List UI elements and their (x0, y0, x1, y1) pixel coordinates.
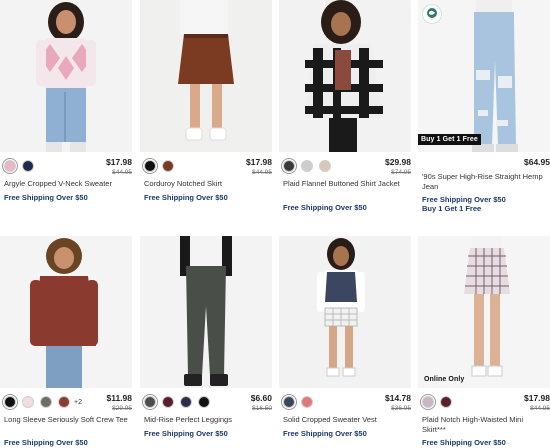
color-swatch[interactable] (283, 396, 295, 408)
price: $17.98 $44.95 (524, 394, 550, 413)
shipping-note: Free Shipping Over $50 (4, 438, 88, 447)
original-price: $44.95 (112, 169, 132, 176)
product-name[interactable]: Plaid Notch High-Waisted Mini Skirt*** (422, 415, 546, 434)
eco-badge-icon (422, 4, 442, 24)
color-swatch[interactable] (4, 160, 16, 172)
color-swatch[interactable] (198, 396, 210, 408)
product-name[interactable]: Mid-Rise Perfect Leggings (144, 415, 268, 425)
shipping-note: Free Shipping Over $50 (422, 438, 506, 447)
product-image[interactable] (0, 236, 132, 388)
color-swatch[interactable] (22, 396, 34, 408)
product-grid: $17.98 $44.95 Argyle Cropped V-Neck Swea… (0, 0, 550, 448)
original-price: $44.95 (252, 169, 272, 176)
color-swatches (144, 394, 216, 410)
color-swatches: +2 (4, 394, 82, 410)
color-swatch[interactable] (22, 160, 34, 172)
color-swatch[interactable] (4, 396, 16, 408)
product-name[interactable]: Plaid Flannel Buttoned Shirt Jacket (283, 179, 407, 189)
price: $14.78 $36.95 (385, 394, 411, 413)
original-price: $16.50 (252, 405, 272, 412)
color-swatch[interactable] (144, 396, 156, 408)
promo-text: Buy 1 Get 1 Free (422, 204, 482, 213)
original-price: $74.95 (391, 169, 411, 176)
product-image[interactable] (140, 236, 272, 388)
color-swatches (422, 394, 458, 410)
promo-badge: Buy 1 Get 1 Free (418, 134, 481, 145)
product-name[interactable]: Argyle Cropped V-Neck Sweater (4, 179, 128, 189)
color-swatch[interactable] (283, 160, 295, 172)
color-swatches (283, 158, 337, 174)
product-image[interactable] (0, 0, 132, 152)
shipping-note: Free Shipping Over $50 (283, 203, 367, 212)
color-swatches (283, 394, 319, 410)
product-name[interactable]: Corduroy Notched Skirt (144, 179, 268, 189)
color-swatch[interactable] (301, 396, 313, 408)
shipping-note: Free Shipping Over $50 (144, 429, 228, 438)
sale-price: $17.98 (524, 393, 550, 403)
price: $6.60 $16.50 (251, 394, 272, 413)
color-swatch[interactable] (162, 160, 174, 172)
shipping-note: Free Shipping Over $50 (283, 429, 367, 438)
color-swatches (4, 158, 40, 174)
original-price: $36.95 (391, 405, 411, 412)
product-name[interactable]: '90s Super High-Rise Straight Hemp Jean (422, 172, 546, 191)
color-swatch[interactable] (422, 396, 434, 408)
color-swatch[interactable] (144, 160, 156, 172)
original-price: $44.95 (530, 405, 550, 412)
product-image[interactable] (140, 0, 272, 152)
original-price: $29.95 (112, 405, 132, 412)
price: $17.98 $44.95 (246, 158, 272, 177)
shipping-note: Free Shipping Over $50 (422, 195, 506, 204)
color-swatch[interactable] (180, 396, 192, 408)
price: $64.95 (524, 158, 550, 167)
shipping-note: Free Shipping Over $50 (4, 193, 88, 202)
color-swatch[interactable] (440, 396, 452, 408)
sale-price: $6.60 (250, 393, 272, 403)
price: $17.98 $44.95 (106, 158, 132, 177)
product-image[interactable] (279, 236, 411, 388)
sale-price: $64.95 (524, 157, 550, 167)
product-name[interactable]: Solid Cropped Sweater Vest (283, 415, 407, 425)
product-name[interactable]: Long Sleeve Seriously Soft Crew Tee (4, 415, 128, 425)
color-swatch[interactable] (301, 160, 313, 172)
color-swatch[interactable] (58, 396, 70, 408)
sale-price: $29.98 (385, 157, 411, 167)
shipping-note: Free Shipping Over $50 (144, 193, 228, 202)
more-colors-count[interactable]: +2 (74, 399, 82, 406)
color-swatch[interactable] (319, 160, 331, 172)
price: $11.98 $29.95 (106, 394, 132, 413)
price: $29.98 $74.95 (385, 158, 411, 177)
color-swatch[interactable] (40, 396, 52, 408)
sale-price: $17.98 (246, 157, 272, 167)
online-only-badge: Online Only (424, 376, 465, 383)
product-image[interactable]: Buy 1 Get 1 Free (418, 0, 550, 152)
sale-price: $17.98 (106, 157, 132, 167)
product-image[interactable] (279, 0, 411, 152)
color-swatches (144, 158, 180, 174)
sale-price: $11.98 (106, 393, 132, 403)
sale-price: $14.78 (385, 393, 411, 403)
product-image[interactable]: Online Only (418, 236, 550, 388)
color-swatch[interactable] (162, 396, 174, 408)
